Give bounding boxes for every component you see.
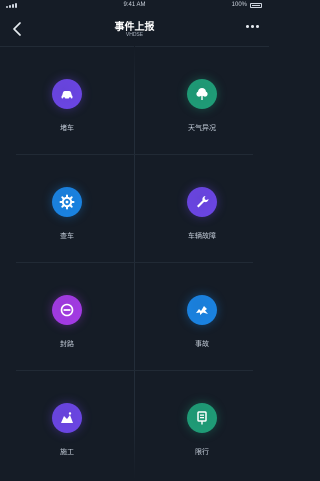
- battery-icon: [250, 3, 262, 8]
- dot-icon: [251, 25, 254, 28]
- tile-label: 封路: [60, 341, 74, 348]
- tile-vehicle-check[interactable]: 查车: [0, 155, 134, 263]
- wrench-icon: [197, 196, 209, 208]
- dot-icon: [246, 25, 249, 28]
- tile-accident[interactable]: 事故: [135, 263, 269, 371]
- more-button[interactable]: [246, 25, 259, 28]
- tile-icon-circle: [187, 295, 217, 325]
- tile-label: 天气异况: [188, 125, 216, 132]
- tree-weather-icon: [196, 88, 208, 100]
- status-time: 9:41 AM: [123, 2, 146, 8]
- tile-label: 限行: [195, 449, 209, 456]
- tile-label: 施工: [60, 449, 74, 456]
- status-bar: 9:41 AM 100%: [0, 0, 269, 12]
- tile-vehicle-breakdown[interactable]: 车辆故障: [135, 155, 269, 263]
- tile-icon-circle: [52, 79, 82, 109]
- no-entry-icon: [60, 303, 74, 317]
- tile-construction[interactable]: 施工: [0, 371, 134, 479]
- tile-icon-circle: [52, 187, 82, 217]
- restriction-sign-icon: [197, 411, 207, 425]
- tile-icon-circle: [52, 403, 82, 433]
- battery-percentage: 100%: [231, 2, 247, 8]
- tile-icon-circle: [52, 295, 82, 325]
- tile-label: 查车: [60, 233, 74, 240]
- car-icon: [61, 91, 73, 100]
- tile-icon-circle: [187, 403, 217, 433]
- navigation-bar: 事件上报 VHDSE: [0, 12, 269, 46]
- dot-icon: [256, 25, 259, 28]
- grid-divider: [16, 154, 253, 155]
- tile-label: 事故: [195, 341, 209, 348]
- grid-divider: [134, 46, 135, 480]
- construction-icon: [61, 412, 73, 423]
- tile-traffic-jam[interactable]: 堵车: [0, 47, 134, 155]
- tile-weather[interactable]: 天气异况: [135, 47, 269, 155]
- tile-label: 堵车: [60, 125, 74, 132]
- tile-icon-circle: [187, 79, 217, 109]
- tile-traffic-restriction[interactable]: 限行: [135, 371, 269, 479]
- gear-icon: [59, 194, 75, 210]
- tile-road-closure[interactable]: 封路: [0, 263, 134, 371]
- tile-label: 车辆故障: [188, 233, 216, 240]
- tile-icon-circle: [187, 187, 217, 217]
- grid-divider: [16, 262, 253, 263]
- grid-divider: [16, 370, 253, 371]
- page-title: 事件上报: [114, 22, 155, 33]
- page-subtitle: VHDSE: [125, 32, 144, 38]
- crash-icon: [196, 306, 208, 315]
